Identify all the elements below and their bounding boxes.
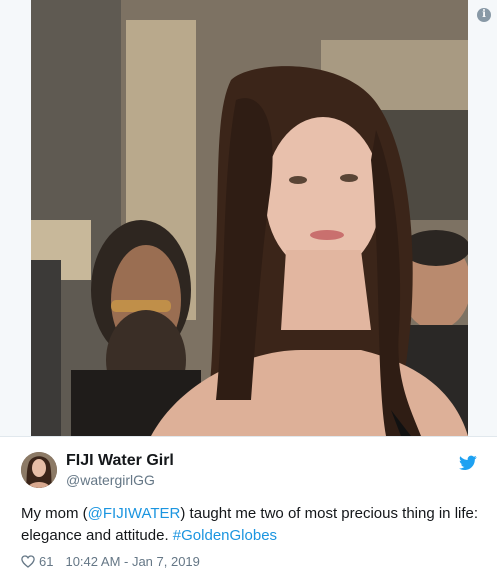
- photo-illustration: [31, 0, 468, 436]
- embedded-tweet-card: i FIJI Water Girl @watergirlGG My mom (@…: [0, 0, 497, 582]
- tweet-text: My mom (@FIJIWATER) taught me two of mos…: [21, 503, 481, 547]
- timestamp[interactable]: 10:42 AM - Jan 7, 2019: [65, 554, 199, 569]
- tweet-media[interactable]: i: [0, 0, 497, 436]
- display-name[interactable]: FIJI Water Girl: [66, 452, 174, 470]
- info-icon[interactable]: i: [477, 8, 491, 22]
- avatar-image: [21, 452, 57, 488]
- tweet-meta: 61 10:42 AM - Jan 7, 2019: [21, 552, 200, 570]
- mention-link[interactable]: @FIJIWATER: [88, 505, 181, 522]
- tweet-text-prefix: My mom (: [21, 505, 88, 522]
- like-count[interactable]: 61: [39, 554, 53, 569]
- avatar[interactable]: [21, 452, 57, 488]
- tweet-photo[interactable]: [31, 0, 468, 436]
- tweet-author[interactable]: FIJI Water Girl @watergirlGG: [66, 452, 174, 489]
- user-handle[interactable]: @watergirlGG: [66, 471, 174, 489]
- twitter-bird-icon[interactable]: [459, 455, 477, 471]
- hashtag-link[interactable]: #GoldenGlobes: [173, 527, 277, 544]
- divider: [0, 436, 497, 437]
- heart-icon[interactable]: [21, 554, 35, 568]
